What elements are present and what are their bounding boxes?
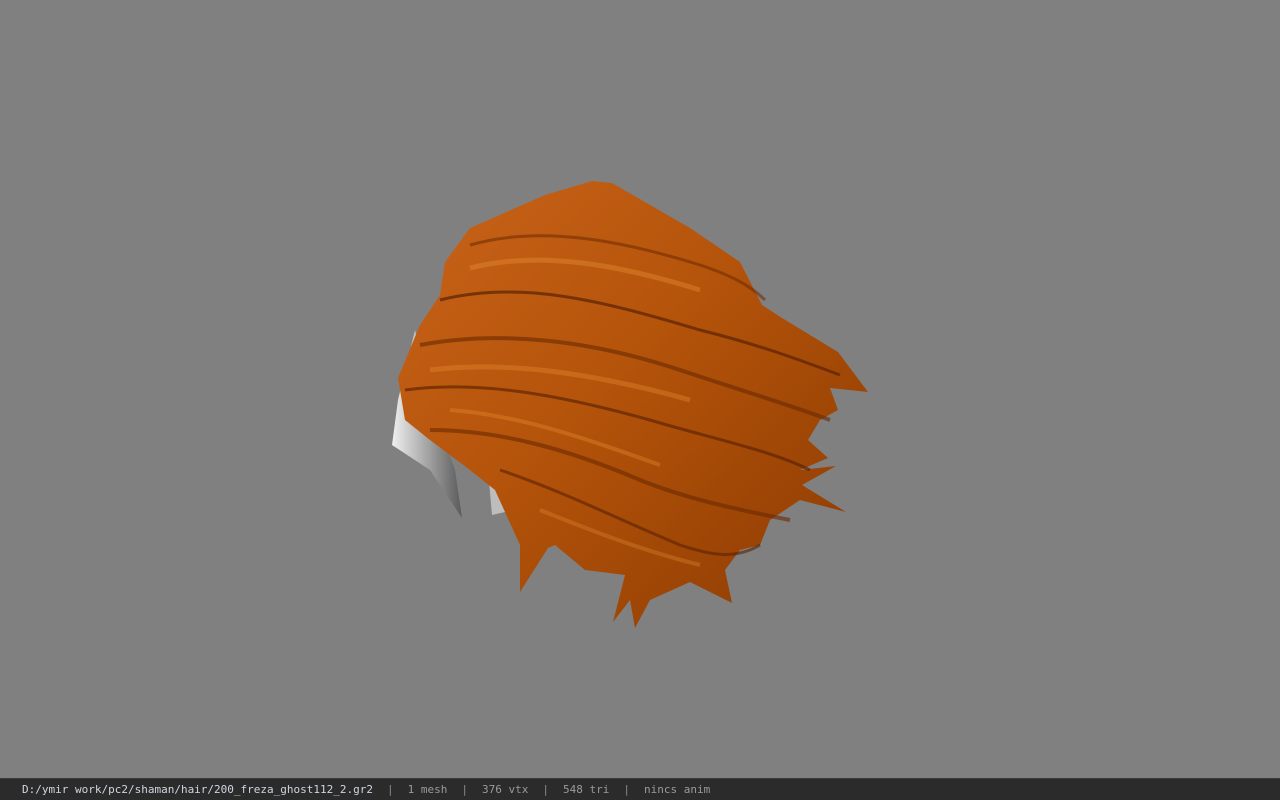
- status-separator: |: [461, 783, 468, 796]
- status-separator: |: [542, 783, 549, 796]
- file-path-label: D:/ymir work/pc2/shaman/hair/200_freza_g…: [22, 783, 373, 796]
- mesh-count-label: 1 mesh: [407, 783, 448, 796]
- status-separator: |: [387, 783, 394, 796]
- vertex-count-label: 376 vtx: [482, 783, 529, 796]
- triangle-count-label: 548 tri: [562, 783, 610, 796]
- status-separator: |: [623, 783, 630, 796]
- hair-model-render[interactable]: [0, 0, 1280, 778]
- hair-mesh-shape: [398, 181, 868, 628]
- 3d-viewport[interactable]: [0, 0, 1280, 778]
- status-bar: D:/ymir work/pc2/shaman/hair/200_freza_g…: [0, 778, 1280, 800]
- anim-status-label: nincs anim: [643, 783, 711, 796]
